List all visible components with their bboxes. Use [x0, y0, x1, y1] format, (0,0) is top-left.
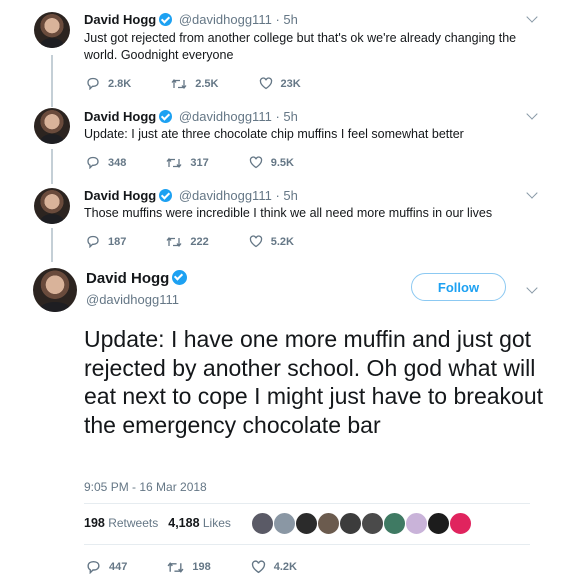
engagement-stats: 198 Retweets 4,188 Likes [84, 516, 231, 530]
heart-icon [251, 560, 265, 574]
divider [84, 503, 530, 504]
reply-icon [87, 560, 100, 574]
like-count: 5.2K [270, 235, 294, 248]
reply-button[interactable]: 447 [86, 560, 127, 574]
tweet-header: David Hogg @davidhogg111 · 5h [84, 12, 298, 27]
liker-avatar[interactable] [273, 512, 296, 535]
tweet-actions: 348 317 9.5K [86, 156, 334, 169]
verified-icon [172, 270, 188, 285]
liker-avatar[interactable] [383, 512, 406, 535]
tweet-actions: 447 198 4.2K [86, 560, 337, 574]
retweet-count: 317 [190, 156, 209, 169]
reply-icon [87, 77, 99, 90]
avatar[interactable] [34, 108, 70, 144]
retweet-icon [166, 157, 182, 168]
liker-avatar[interactable] [405, 512, 428, 535]
tweet-time[interactable]: · 5h [275, 188, 297, 203]
tweet[interactable]: David Hogg @davidhogg111 · 5h Just got r… [0, 0, 570, 100]
liker-avatar[interactable] [339, 512, 362, 535]
retweets-label: Retweets [108, 516, 159, 530]
author-name[interactable]: David Hogg [86, 270, 169, 287]
reply-icon [87, 156, 99, 169]
liker-avatar[interactable] [251, 512, 274, 535]
reply-count: 187 [108, 235, 127, 248]
like-button[interactable]: 5.2K [249, 235, 294, 248]
avatar[interactable] [34, 12, 70, 48]
verified-icon [159, 189, 173, 202]
tweet-text: Update: I just ate three chocolate chip … [84, 127, 464, 141]
verified-icon [159, 13, 173, 26]
tweet-time[interactable]: · 5h [275, 12, 297, 27]
retweets-stat[interactable]: 198 Retweets [84, 516, 158, 530]
author-handle[interactable]: @davidhogg111 [179, 188, 272, 203]
tweet-timestamp[interactable]: 9:05 PM - 16 Mar 2018 [84, 480, 207, 494]
avatar[interactable] [33, 268, 77, 312]
tweet-text: Those muffins were incredible I think we… [84, 206, 493, 220]
retweet-icon [166, 236, 182, 247]
heart-icon [259, 77, 272, 90]
like-count: 23K [280, 77, 301, 90]
tweet-text: Just got rejected from another college b… [84, 31, 517, 62]
tweet[interactable]: David Hogg @davidhogg111 · 5h Update: I … [0, 100, 570, 180]
retweets-count: 198 [84, 516, 105, 530]
reply-count: 2.8K [108, 77, 132, 90]
tweet-actions: 2.8K 2.5K 23K [86, 77, 341, 90]
retweet-button[interactable]: 317 [166, 156, 209, 169]
tweet-actions: 187 222 5.2K [86, 235, 334, 248]
retweet-icon [171, 78, 187, 89]
verified-icon [159, 110, 173, 123]
follow-button[interactable]: Follow [411, 273, 506, 301]
retweet-count: 2.5K [195, 77, 219, 90]
tweet-header: David Hogg @davidhogg111 · 5h [84, 188, 298, 203]
liker-avatar[interactable] [449, 512, 472, 535]
retweet-icon [167, 561, 184, 573]
chevron-down-icon[interactable] [526, 187, 538, 199]
likes-count: 4,188 [168, 516, 200, 530]
liker-avatar[interactable] [427, 512, 450, 535]
retweet-button[interactable]: 198 [167, 561, 211, 574]
author-handle[interactable]: @davidhogg111 [179, 12, 272, 27]
main-tweet-text: Update: I have one more muffin and just … [84, 326, 544, 438]
divider [84, 544, 530, 545]
likes-label: Likes [202, 516, 231, 530]
liker-avatar[interactable] [295, 512, 318, 535]
reply-count: 447 [109, 561, 128, 573]
like-count: 4.2K [273, 561, 297, 573]
like-button[interactable]: 9.5K [249, 156, 294, 169]
author-handle[interactable]: @davidhogg111 [179, 109, 272, 124]
like-button[interactable]: 4.2K [251, 560, 297, 574]
reply-icon [87, 235, 99, 248]
tweet-time[interactable]: · 5h [275, 109, 297, 124]
reply-button[interactable]: 348 [86, 156, 126, 169]
likes-stat[interactable]: 4,188 Likes [168, 516, 231, 530]
retweet-button[interactable]: 222 [166, 235, 209, 248]
liker-avatars[interactable] [251, 512, 472, 535]
author-name[interactable]: David Hogg [84, 12, 156, 27]
liker-avatar[interactable] [361, 512, 384, 535]
tweet-header: David Hogg @davidhogg111 · 5h [84, 109, 298, 124]
author-name[interactable]: David Hogg [84, 109, 156, 124]
reply-button[interactable]: 187 [86, 235, 126, 248]
avatar[interactable] [34, 188, 70, 224]
like-count: 9.5K [270, 156, 294, 169]
retweet-button[interactable]: 2.5K [171, 77, 219, 90]
heart-icon [249, 156, 262, 169]
author-handle[interactable]: @davidhogg111 [86, 292, 179, 307]
author-name[interactable]: David Hogg [84, 188, 156, 203]
retweet-count: 198 [192, 561, 211, 573]
like-button[interactable]: 23K [259, 77, 301, 90]
retweet-count: 222 [190, 235, 209, 248]
liker-avatar[interactable] [317, 512, 340, 535]
chevron-down-icon[interactable] [526, 108, 538, 120]
reply-button[interactable]: 2.8K [86, 77, 131, 90]
tweet[interactable]: David Hogg @davidhogg111 · 5h Those muff… [0, 180, 570, 260]
chevron-down-icon[interactable] [526, 282, 538, 294]
reply-count: 348 [108, 156, 127, 169]
heart-icon [249, 235, 262, 248]
main-author-name-row: David Hogg [86, 270, 190, 287]
chevron-down-icon[interactable] [526, 11, 538, 23]
